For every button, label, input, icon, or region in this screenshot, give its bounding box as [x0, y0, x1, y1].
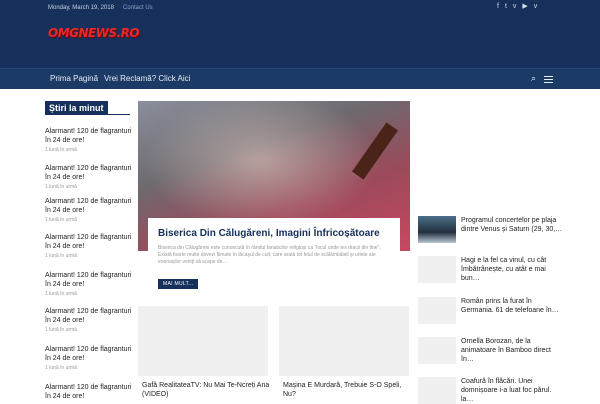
- featured-excerpt: Biserica din Călugăreni este cunoscută î…: [158, 245, 381, 265]
- sidebar-item[interactable]: Alarmant! 120 de flagranturi în 24 de or…: [45, 383, 135, 401]
- social-icons: f t v ▶ v: [497, 3, 537, 11]
- contact-link[interactable]: Contact Us: [123, 5, 153, 11]
- sidebar-item-title[interactable]: Alarmant! 120 de flagranturi în 24 de or…: [45, 164, 135, 182]
- site-logo[interactable]: OMGNEWS.RO: [48, 26, 140, 40]
- sidebar-item[interactable]: Alarmant! 120 de flagranturi în 24 de or…: [45, 345, 135, 371]
- right-list-thumbnail[interactable]: [418, 297, 456, 324]
- sidebar-item-time: 1 lună în urmă: [45, 184, 77, 190]
- sidebar-item-title[interactable]: Alarmant! 120 de flagranturi în 24 de or…: [45, 127, 135, 145]
- sidebar-item[interactable]: Alarmant! 120 de flagranturi în 24 de or…: [45, 271, 135, 297]
- featured-card: Biserica Din Călugăreni, Imagini Înfrico…: [148, 218, 400, 289]
- right-list-thumbnail[interactable]: [418, 256, 456, 283]
- nav-item-advertise[interactable]: Vrei Reclamă? Click Aici: [104, 74, 190, 83]
- vk-icon[interactable]: v: [513, 3, 517, 11]
- right-list-title[interactable]: Român prins la furat în Germania. 61 de …: [461, 297, 563, 315]
- sidebar-item[interactable]: Alarmant! 120 de flagranturi în 24 de or…: [45, 233, 135, 259]
- facebook-icon[interactable]: f: [497, 3, 499, 11]
- twitter-icon[interactable]: t: [505, 3, 507, 11]
- grid-item-title[interactable]: Mașina E Murdară, Trebuie S-O Speli, Nu?: [283, 381, 411, 399]
- right-list-title[interactable]: Hagi e la fel ca vinul, cu cât îmbătrâne…: [461, 256, 563, 283]
- sidebar-item[interactable]: Alarmant! 120 de flagranturi în 24 de or…: [45, 197, 135, 223]
- sidebar-item-time: 1 lună în urmă: [45, 291, 77, 297]
- nav-item-home[interactable]: Prima Pagină: [50, 74, 98, 83]
- menu-icon[interactable]: [544, 76, 553, 83]
- read-more-button[interactable]: MAI MULT...: [158, 279, 199, 289]
- current-date: Monday, March 19, 2018: [48, 5, 114, 11]
- sidebar-item[interactable]: Alarmant! 120 de flagranturi în 24 de or…: [45, 127, 135, 153]
- sidebar-item-title[interactable]: Alarmant! 120 de flagranturi în 24 de or…: [45, 271, 135, 289]
- right-list-title[interactable]: Programul concertelor pe plaja dintre Ve…: [461, 216, 563, 234]
- sidebar-item-title[interactable]: Alarmant! 120 de flagranturi în 24 de or…: [45, 345, 135, 363]
- main-navigation: Prima Pagină Vrei Reclamă? Click Aici ⌕: [0, 68, 600, 89]
- grid-item-title[interactable]: Gafă RealitateaTV: Nu Mai Te-Ncreți Ana …: [142, 381, 270, 399]
- youtube-icon[interactable]: ▶: [522, 3, 527, 11]
- sidebar-divider: [45, 114, 130, 115]
- sidebar-title: Știri la minut: [45, 101, 108, 115]
- search-icon[interactable]: ⌕: [531, 73, 536, 84]
- sidebar-item-time: 1 lună în urmă: [45, 253, 77, 259]
- sidebar-item-time: 1 lună în urmă: [45, 147, 77, 153]
- right-list-title[interactable]: Ornella Borozan, de la animatoare în Bam…: [461, 337, 563, 364]
- sidebar-item[interactable]: Alarmant! 120 de flagranturi în 24 de or…: [45, 164, 135, 190]
- grid-thumbnail[interactable]: Mașina E Murdară, Trebuie S-O Speli, Nu?: [279, 306, 409, 398]
- sidebar-item-title[interactable]: Alarmant! 120 de flagranturi în 24 de or…: [45, 197, 135, 215]
- right-list-thumbnail[interactable]: [418, 337, 456, 364]
- sidebar-item-title[interactable]: Alarmant! 120 de flagranturi în 24 de or…: [45, 233, 135, 251]
- sidebar-item[interactable]: Alarmant! 120 de flagranturi în 24 de or…: [45, 307, 135, 333]
- sidebar-item-time: 1 lună în urmă: [45, 327, 77, 333]
- vimeo-icon[interactable]: v: [534, 3, 538, 11]
- sidebar-item-title[interactable]: Alarmant! 120 de flagranturi în 24 de or…: [45, 307, 135, 325]
- top-header: Monday, March 19, 2018 Contact Us f t v …: [0, 0, 600, 68]
- sidebar-item-time: 1 lună în urmă: [45, 365, 77, 371]
- grid-thumbnail[interactable]: Gafă RealitateaTV: Nu Mai Te-Ncreți Ana …: [138, 306, 269, 398]
- sidebar-item-title[interactable]: Alarmant! 120 de flagranturi în 24 de or…: [45, 383, 135, 401]
- right-list-thumbnail[interactable]: [418, 216, 456, 243]
- sidebar-item-time: 1 lună în urmă: [45, 217, 77, 223]
- featured-title[interactable]: Biserica Din Călugăreni, Imagini Înfrico…: [158, 228, 390, 239]
